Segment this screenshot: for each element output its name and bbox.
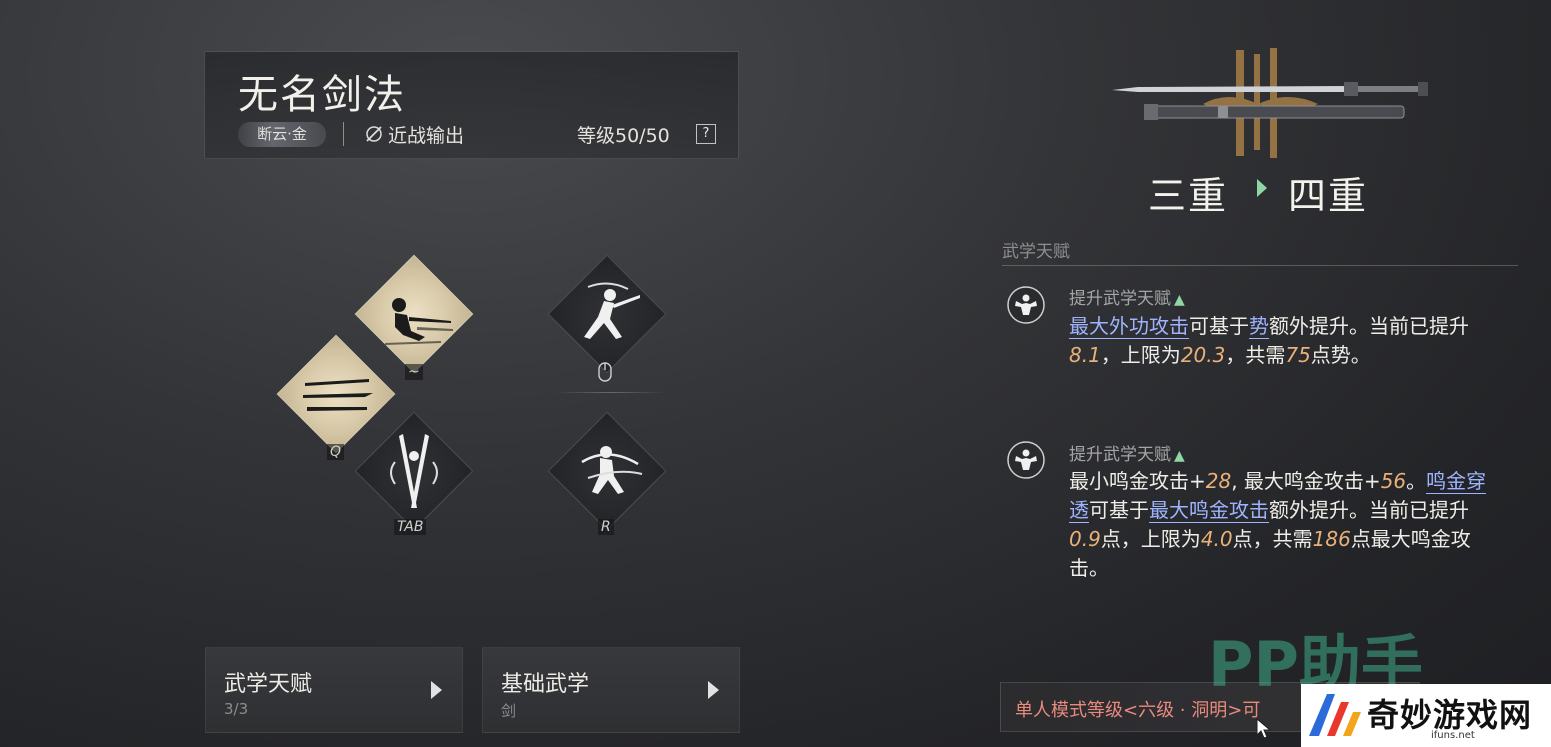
- lunging-swordsman-icon: [584, 282, 640, 339]
- spinning-swordsman-icon: [581, 446, 643, 494]
- tier-arrow-icon: [1257, 179, 1267, 197]
- tier-next: 四重: [1288, 174, 1369, 218]
- martial-talent-count: 3/3: [224, 700, 249, 718]
- skill-title: 无名剑法: [238, 72, 406, 118]
- skill-tag-badge: 断云·金: [238, 122, 326, 147]
- key-label-r: R: [598, 519, 614, 535]
- sword-weapon-icon: [1112, 48, 1428, 158]
- muscle-talent-icon: [1007, 286, 1045, 324]
- crossed-blades-icon: [390, 434, 438, 508]
- talents-section-title: 武学天赋: [1002, 242, 1070, 262]
- sword-slash-icon: [366, 126, 382, 142]
- mouse-icon: [598, 362, 612, 382]
- key-label-q: Q: [327, 444, 345, 460]
- chevron-right-icon: [431, 681, 442, 699]
- key-label-tilde: ~: [405, 364, 423, 380]
- chevron-right-icon: [708, 681, 719, 699]
- muscle-talent-icon: [1007, 441, 1045, 479]
- martial-talent-label: 武学天赋: [224, 672, 313, 697]
- skill-slot-r[interactable]: [547, 411, 667, 531]
- talent-description: 最小鸣金攻击+28, 最大鸣金攻击+56。鸣金穿透可基于最大鸣金攻击额外提升。当…: [1069, 469, 1487, 580]
- stat-link[interactable]: 最大鸣金攻击: [1149, 498, 1269, 523]
- basic-martial-label: 基础武学: [501, 672, 590, 697]
- key-label-tab: TAB: [394, 519, 427, 535]
- basic-martial-button[interactable]: 基础武学 剑: [482, 647, 740, 733]
- talent-description: 最大外功攻击可基于势额外提升。当前已提升8.1，上限为20.3，共需75点势。: [1069, 314, 1469, 367]
- mouse-cursor-icon: [1256, 718, 1272, 739]
- skill-slot-tab[interactable]: [354, 411, 474, 531]
- header-divider: [343, 122, 344, 146]
- talent-heading: 提升武学天赋 ▲: [1069, 289, 1185, 309]
- help-button[interactable]: ?: [696, 124, 716, 144]
- mode-notice-text: 单人模式等级<六级 · 洞明>可: [1015, 700, 1261, 720]
- section-divider: [1002, 265, 1518, 266]
- stat-link[interactable]: 最大外功攻击: [1069, 314, 1189, 339]
- tier-current: 三重: [1148, 174, 1229, 218]
- logo-icon: [1309, 694, 1361, 736]
- talent-heading: 提升武学天赋 ▲: [1069, 445, 1185, 465]
- martial-talent-button[interactable]: 武学天赋 3/3: [205, 647, 463, 733]
- site-logo-watermark: 奇妙游戏网 ifuns.net: [1301, 684, 1551, 747]
- skill-role: 近战输出: [388, 125, 465, 147]
- skill-grid-divider: [555, 392, 665, 393]
- skill-slot-mouse[interactable]: [547, 254, 667, 374]
- stat-link[interactable]: 势: [1249, 314, 1269, 339]
- skill-level: 等级50/50: [577, 125, 670, 147]
- logo-url: ifuns.net: [1431, 730, 1475, 741]
- basic-martial-weapon: 剑: [501, 702, 517, 720]
